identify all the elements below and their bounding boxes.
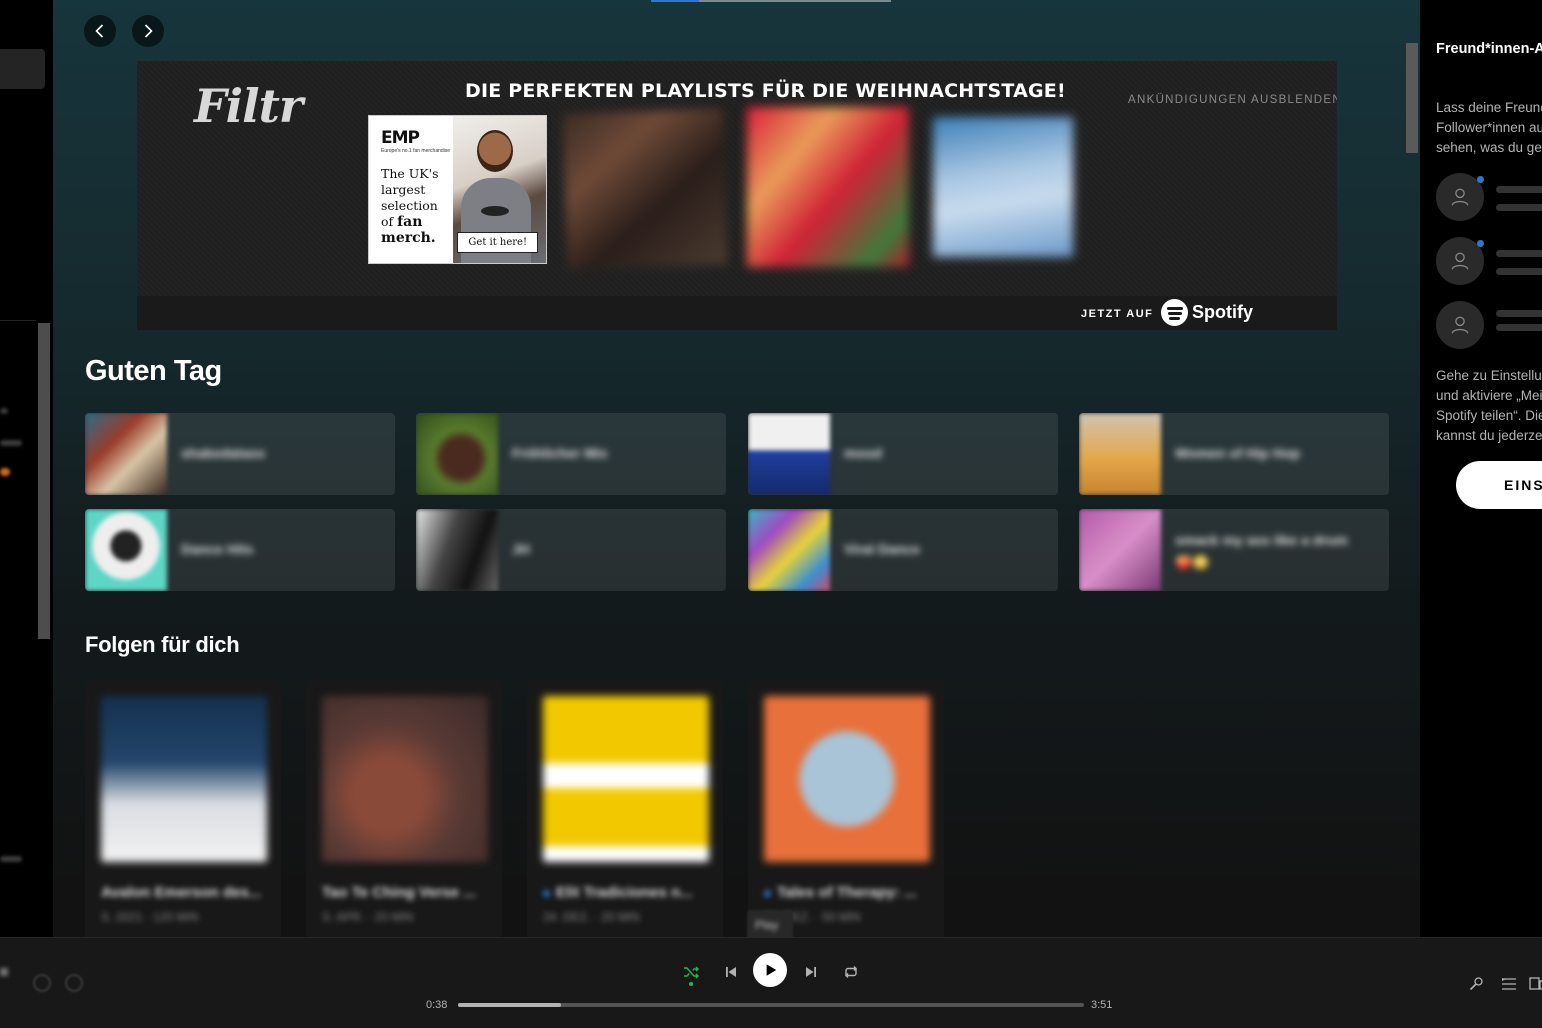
friend-activity-panel: Freund*innen-Aktivität Lass deine Freund… [1420, 0, 1542, 937]
play-icon [766, 964, 777, 976]
podcast-card[interactable]: Elit Tradiciones n... 24. DEZ. · 20 MIN [527, 680, 723, 937]
queue-icon [1502, 978, 1516, 990]
new-episode-dot [764, 890, 771, 897]
playlist-cover[interactable] [933, 117, 1073, 257]
spotify-logo: Spotify [1161, 299, 1253, 326]
friend-avatar [1436, 301, 1484, 349]
user-icon [1451, 188, 1469, 206]
emp-tagline: Europe's no.1 fan merchandise [381, 148, 451, 154]
main-view: Filtr DIE PERFEKTEN PLAYLISTS FÜR DIE WE… [53, 0, 1420, 937]
online-badge [1477, 176, 1484, 183]
queue-button[interactable] [1500, 975, 1518, 993]
devices-button[interactable] [1528, 975, 1542, 993]
settings-button[interactable]: EINSTELLUNGEN [1456, 461, 1542, 509]
play-tooltip: Play [747, 910, 793, 937]
spotify-icon [1161, 299, 1188, 326]
previous-button[interactable] [719, 960, 743, 984]
duration-time: 3:51 [1091, 999, 1113, 1011]
podcast-card[interactable]: Tales of Therapy: ... 21. DEZ. · 50 MIN [748, 680, 944, 937]
filtr-logo: Filtr [194, 79, 303, 133]
follow-heading: Folgen für dich [85, 632, 240, 657]
shortcut-tile[interactable]: Fröhlicher Mix [416, 413, 726, 495]
progress-bar[interactable] [458, 1003, 1084, 1007]
chevron-right-icon [144, 24, 153, 38]
shortcut-tile[interactable]: Viral Dance [748, 509, 1058, 591]
pip-icon[interactable] [65, 974, 83, 992]
shuffle-icon [684, 966, 699, 979]
sidebar-divider [0, 320, 36, 321]
shortcut-tile[interactable]: mood [748, 413, 1058, 495]
banner-title: DIE PERFEKTEN PLAYLISTS FÜR DIE WEIHNACH… [465, 80, 1066, 102]
microphone-icon [1469, 977, 1483, 991]
sidebar-playlist-fragment[interactable] [0, 408, 8, 414]
online-badge [1477, 240, 1484, 247]
user-icon [1451, 316, 1469, 334]
forward-button[interactable] [132, 15, 164, 47]
promo-banner[interactable]: Filtr DIE PERFEKTEN PLAYLISTS FÜR DIE WE… [137, 61, 1337, 330]
friend-activity-desc: Lass deine Freund*innen und Follower*inn… [1436, 100, 1542, 155]
greeting-heading: Guten Tag [85, 355, 222, 387]
progress-fill [458, 1003, 561, 1007]
sidebar-scrollbar[interactable] [38, 323, 50, 639]
sidebar-playlist-fragment[interactable] [0, 856, 22, 862]
emp-logo: EMP [381, 128, 420, 148]
play-button[interactable] [753, 953, 787, 987]
main-scrollbar[interactable] [1406, 43, 1418, 153]
shortcut-tile[interactable]: Women of Hip Hop [1079, 413, 1389, 495]
repeat-button[interactable] [839, 960, 863, 984]
hide-ads-link[interactable]: ANKÜNDIGUNGEN AUSBLENDEN [1128, 94, 1337, 106]
sidebar-search-box[interactable] [0, 49, 45, 89]
playlist-cover[interactable] [747, 107, 909, 267]
left-sidebar [0, 0, 53, 937]
emp-ad[interactable]: EMP Europe's no.1 fan merchandise The UK… [368, 115, 547, 264]
sidebar-playlist-fragment[interactable] [0, 440, 22, 446]
banner-jetzt-auf: JETZT AUF [1081, 308, 1154, 320]
shuffle-active-dot [689, 982, 693, 986]
chevron-left-icon [95, 24, 104, 38]
skip-back-icon [726, 967, 736, 977]
ad-cta-button[interactable]: Get it here! [457, 232, 538, 253]
shortcut-tile[interactable]: Dance Hits [85, 509, 395, 591]
podcast-card[interactable]: Tao Te Ching Verse ... S. APR. · 20 MIN [306, 680, 502, 937]
shuffle-button[interactable] [679, 960, 703, 984]
podcast-card[interactable]: Avalon Emerson des... S. 2021 · 120 MIN [85, 680, 281, 937]
devices-icon [1529, 977, 1542, 990]
friend-activity-title: Freund*innen-Aktivität [1436, 41, 1542, 57]
elapsed-time: 0:38 [426, 999, 448, 1011]
friend-activity-help: Gehe zu Einstellungen > Soziales und akt… [1436, 368, 1542, 443]
repeat-icon [845, 966, 857, 978]
playlist-cover[interactable] [562, 108, 728, 270]
like-icon[interactable] [33, 974, 51, 992]
back-button[interactable] [84, 15, 116, 47]
next-button[interactable] [799, 960, 823, 984]
top-loading-indicator [651, 0, 891, 2]
player-bar: 0:38 3:51 [0, 937, 1542, 1028]
shortcut-tile[interactable]: smack my ass like a drum 🍑😳 [1079, 509, 1389, 591]
shortcut-tile[interactable]: JH [416, 509, 726, 591]
user-icon [1451, 252, 1469, 270]
lyrics-button[interactable] [1467, 975, 1485, 993]
shortcut-tile[interactable]: shakedatass [85, 413, 395, 495]
sidebar-emoji-fragment [0, 468, 10, 476]
spotify-app: Filtr DIE PERFEKTEN PLAYLISTS FÜR DIE WE… [0, 0, 1542, 1028]
new-episode-dot [543, 890, 550, 897]
skip-forward-icon [806, 967, 816, 977]
emp-copy: The UK's largest selection of fan merch. [381, 166, 439, 246]
